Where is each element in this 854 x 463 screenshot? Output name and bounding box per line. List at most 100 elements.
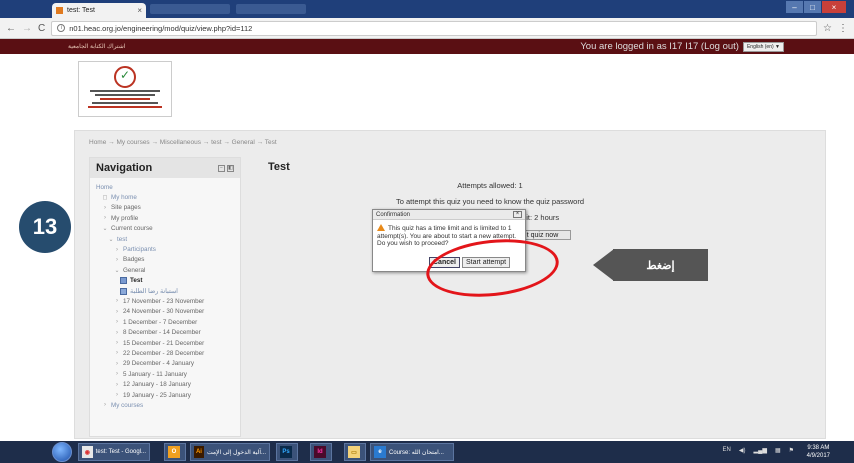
browser-tab[interactable]: test: Test × bbox=[52, 3, 146, 18]
url-input[interactable]: i n01.heac.org.jo/engineering/mod/quiz/v… bbox=[51, 20, 818, 36]
expand-arrow-icon: › bbox=[116, 319, 118, 326]
nav-item[interactable]: › My courses bbox=[96, 400, 240, 410]
nav-item-label: Site pages bbox=[111, 204, 141, 212]
nav-item-label: test bbox=[117, 235, 128, 243]
login-text[interactable]: You are logged in as I17 I17 (Log out) bbox=[580, 41, 739, 52]
nav-item[interactable]: ⌄ Current course bbox=[96, 224, 240, 234]
nav-item[interactable]: Home bbox=[96, 182, 240, 192]
block-controls: − ◧ bbox=[218, 164, 234, 172]
indesign-icon: Id bbox=[314, 446, 326, 458]
expand-arrow-icon: ⌄ bbox=[108, 236, 114, 243]
taskbar-button[interactable]: Ps bbox=[276, 443, 298, 461]
nav-item-label: 17 November - 23 November bbox=[123, 297, 205, 305]
chrome-icon: ◉ bbox=[82, 446, 93, 458]
nav-item-label: استبانة رضا الطلبة bbox=[130, 287, 178, 295]
logo-line bbox=[100, 98, 150, 100]
network-icon[interactable]: ▦ bbox=[775, 447, 781, 454]
login-info: You are logged in as I17 I17 (Log out) E… bbox=[580, 41, 784, 52]
nav-item[interactable]: › 22 December - 28 December bbox=[96, 348, 240, 358]
forward-arrow-icon[interactable]: → bbox=[22, 23, 32, 34]
navigation-header: Navigation − ◧ bbox=[90, 158, 240, 178]
minimize-icon[interactable]: – bbox=[786, 1, 803, 13]
close-tab-icon[interactable]: × bbox=[137, 6, 142, 15]
close-window-icon[interactable]: × bbox=[822, 1, 846, 13]
photoshop-icon: Ps bbox=[280, 446, 292, 458]
background-tab[interactable] bbox=[236, 4, 306, 14]
expand-arrow-icon: › bbox=[104, 402, 106, 409]
illustrator-icon: Ai bbox=[194, 446, 204, 458]
close-icon[interactable]: × bbox=[513, 211, 522, 218]
nav-item[interactable]: › Site pages bbox=[96, 203, 240, 213]
taskbar-button[interactable]: O bbox=[164, 443, 186, 461]
ie-icon: e bbox=[374, 446, 386, 458]
click-callout: إضغط bbox=[593, 249, 708, 281]
nav-item-label: 19 January - 25 January bbox=[123, 391, 191, 399]
nav-item[interactable]: › 8 December - 14 December bbox=[96, 327, 240, 337]
expand-arrow-icon: › bbox=[104, 204, 106, 211]
menu-dots-icon[interactable]: ⋮ bbox=[838, 23, 848, 34]
nav-item[interactable]: استبانة رضا الطلبة bbox=[96, 286, 240, 296]
moodle-favicon-icon bbox=[56, 7, 63, 14]
collapse-icon[interactable]: − bbox=[218, 164, 225, 172]
logo-line bbox=[90, 90, 160, 92]
nav-item[interactable]: › 29 December - 4 January bbox=[96, 359, 240, 369]
clock[interactable]: 9:38 AM 4/9/2017 bbox=[807, 444, 830, 460]
window-controls: – □ × bbox=[786, 1, 846, 13]
time-limit: mit: 2 hours bbox=[520, 213, 560, 222]
expand-arrow-icon: › bbox=[116, 350, 118, 357]
taskbar-button[interactable]: Ai آلية الدخول إلى الإمت... bbox=[190, 443, 270, 461]
site-logo[interactable] bbox=[78, 61, 172, 117]
nav-item[interactable]: › 5 January - 11 January bbox=[96, 369, 240, 379]
taskbar-button[interactable]: Id bbox=[310, 443, 332, 461]
info-icon[interactable]: i bbox=[57, 24, 66, 32]
expand-arrow-icon: ⌄ bbox=[102, 226, 108, 233]
arrow-left-icon bbox=[593, 249, 614, 281]
nav-item[interactable]: › Badges bbox=[96, 255, 240, 265]
taskbar-button[interactable]: ◉ test: Test - Googl... bbox=[78, 443, 150, 461]
nav-item[interactable]: ⌄ test bbox=[96, 234, 240, 244]
language-indicator[interactable]: EN bbox=[722, 447, 730, 454]
password-note: To attempt this quiz you need to know th… bbox=[395, 197, 585, 206]
breadcrumb[interactable]: Home → My courses → Miscellaneous → test… bbox=[89, 139, 277, 146]
maximize-icon[interactable]: □ bbox=[804, 1, 821, 13]
nav-item[interactable]: › 12 January - 18 January bbox=[96, 379, 240, 389]
nav-item[interactable]: ◻ My home bbox=[96, 192, 240, 202]
tab-title: test: Test bbox=[67, 7, 95, 14]
navigation-block: Navigation − ◧ Home ◻ My home › Site pages › M… bbox=[89, 157, 241, 437]
nav-item[interactable]: › 1 December - 7 December bbox=[96, 317, 240, 327]
dock-icon[interactable]: ◧ bbox=[227, 164, 234, 172]
nav-item[interactable]: › Participants bbox=[96, 244, 240, 254]
dialog-title: Confirmation bbox=[376, 211, 411, 218]
windows-start-icon[interactable] bbox=[52, 442, 72, 462]
site-header-arabic: اشتراك الكتابة الجامعية bbox=[68, 44, 126, 50]
flag-icon[interactable]: ⚑ bbox=[789, 447, 794, 454]
nav-item-label: 15 December - 21 December bbox=[123, 339, 205, 347]
language-select[interactable]: English (en) ▼ bbox=[742, 41, 784, 52]
nav-item[interactable]: › 19 January - 25 January bbox=[96, 390, 240, 400]
back-arrow-icon[interactable]: ← bbox=[6, 23, 16, 34]
nav-item-label: Current course bbox=[111, 225, 153, 233]
nav-item[interactable]: › 15 December - 21 December bbox=[96, 338, 240, 348]
expand-arrow-icon: › bbox=[116, 256, 118, 263]
logo-line bbox=[88, 106, 162, 108]
nav-item[interactable]: › 24 November - 30 November bbox=[96, 307, 240, 317]
background-tab[interactable] bbox=[150, 4, 230, 14]
nav-item-label: 29 December - 4 January bbox=[123, 360, 195, 368]
explorer-icon: ▭ bbox=[348, 446, 360, 458]
reload-icon[interactable]: C bbox=[38, 23, 45, 34]
expand-arrow-icon: ⌄ bbox=[114, 267, 120, 274]
address-bar: ← → C i n01.heac.org.jo/engineering/mod/… bbox=[0, 18, 854, 39]
navigation-title: Navigation bbox=[96, 162, 153, 174]
nav-item-label: Home bbox=[96, 183, 113, 191]
signal-icon[interactable]: ▂▄▆ bbox=[753, 447, 766, 454]
taskbar-button[interactable]: ▭ bbox=[344, 443, 366, 461]
expand-arrow-icon: › bbox=[116, 340, 118, 347]
nav-item[interactable]: ⌄ General bbox=[96, 265, 240, 275]
taskbar-button[interactable]: e Course: امتحان الله... bbox=[370, 443, 454, 461]
volume-icon[interactable]: ◀) bbox=[739, 447, 746, 454]
nav-item[interactable]: › My profile bbox=[96, 213, 240, 223]
nav-item[interactable]: Test bbox=[96, 276, 240, 286]
nav-item[interactable]: › 17 November - 23 November bbox=[96, 296, 240, 306]
bookmark-star-icon[interactable]: ☆ bbox=[823, 23, 832, 34]
nav-item-label: 12 January - 18 January bbox=[123, 381, 191, 389]
